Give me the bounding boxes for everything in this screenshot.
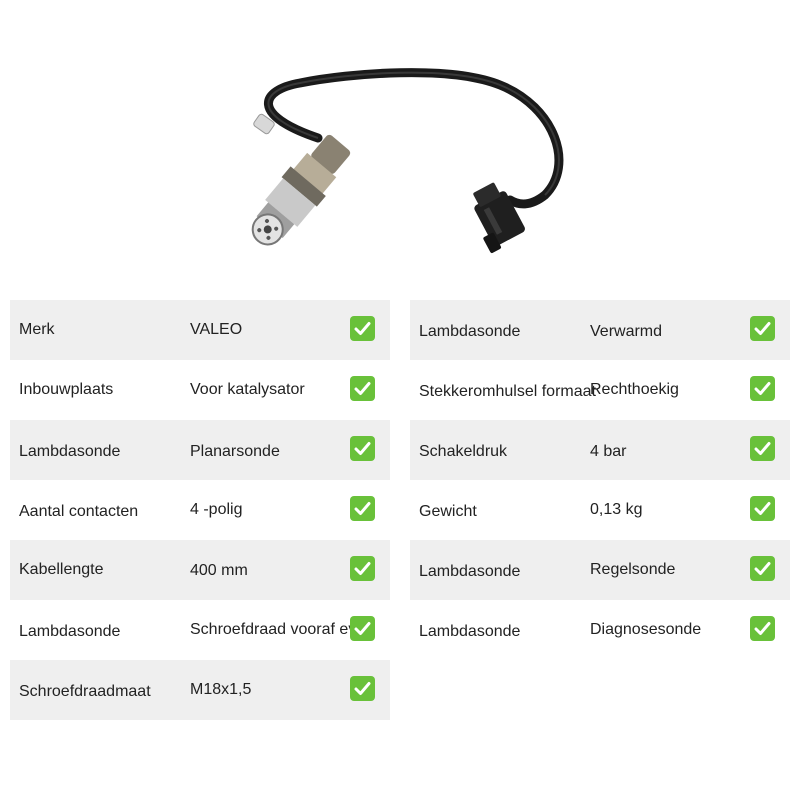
spec-value: Rechthoekig [590, 381, 679, 398]
spec-value: 400 mm [190, 562, 248, 579]
spec-row: Inbouwplaats Voor katalysator [10, 360, 390, 420]
check-mark-icon [750, 316, 775, 341]
spec-row: Schakeldruk 4 bar [410, 420, 790, 480]
spec-value: VALEO [190, 321, 243, 338]
check-mark-icon [350, 676, 375, 701]
check-mark-icon [350, 376, 375, 401]
spec-value: Verwarmd [590, 323, 663, 340]
spec-table-left: Merk VALEO Inbouwplaats Voor katalysator… [10, 300, 390, 720]
spec-row: Schroefdraadmaat M18x1,5 [10, 660, 390, 720]
spec-label: Schakeldruk [419, 443, 508, 460]
spec-value: Diagnosesonde [590, 621, 702, 638]
spec-label: Gewicht [419, 503, 477, 520]
check-mark-icon [350, 616, 375, 641]
check-mark-icon [350, 436, 375, 461]
spec-row: Lambdasonde Regelsonde [410, 540, 790, 600]
check-mark-icon [750, 436, 775, 461]
spec-row: Merk VALEO [10, 300, 390, 360]
spec-label: Inbouwplaats [19, 381, 114, 398]
check-mark-icon [750, 496, 775, 521]
spec-value: Voor katalysator [190, 381, 305, 398]
spec-label: Stekkeromhulsel formaat [419, 383, 596, 400]
spec-label: Lambdasonde [419, 563, 521, 580]
check-mark-icon [750, 376, 775, 401]
spec-row: Lambdasonde Schroefdraad vooraf ev [10, 600, 390, 660]
spec-label: Lambdasonde [419, 323, 521, 340]
spec-table-right: Lambdasonde Verwarmd Stekkeromhulsel for… [410, 300, 790, 660]
spec-label: Lambdasonde [19, 443, 121, 460]
spec-value: 4 -polig [190, 501, 243, 518]
product-image [251, 68, 564, 253]
spec-row: Aantal contacten 4 -polig [10, 480, 390, 540]
check-mark-icon [350, 316, 375, 341]
check-mark-icon [350, 496, 375, 521]
spec-label: Lambdasonde [419, 623, 521, 640]
check-mark-icon [350, 556, 375, 581]
check-mark-icon [750, 556, 775, 581]
spec-row: Kabellengte 400 mm [10, 540, 390, 600]
spec-value: 0,13 kg [590, 501, 643, 518]
spec-label: Lambdasonde [19, 623, 121, 640]
spec-row: Lambdasonde Diagnosesonde [410, 600, 790, 660]
spec-row: Stekkeromhulsel formaat Rechthoekig [410, 360, 790, 420]
spec-row: Gewicht 0,13 kg [410, 480, 790, 540]
spec-value: Schroefdraad vooraf ev [190, 621, 357, 638]
spec-label: Kabellengte [19, 561, 104, 578]
spec-row: Lambdasonde Planarsonde [10, 420, 390, 480]
spec-label: Aantal contacten [19, 503, 139, 520]
spec-label: Merk [19, 321, 55, 338]
spec-value: M18x1,5 [190, 681, 252, 698]
spec-row: Lambdasonde Verwarmd [410, 300, 790, 360]
spec-value: 4 bar [590, 443, 627, 460]
check-mark-icon [750, 616, 775, 641]
spec-value: Regelsonde [590, 561, 676, 578]
spec-label: Schroefdraadmaat [19, 683, 151, 700]
spec-value: Planarsonde [190, 443, 280, 460]
